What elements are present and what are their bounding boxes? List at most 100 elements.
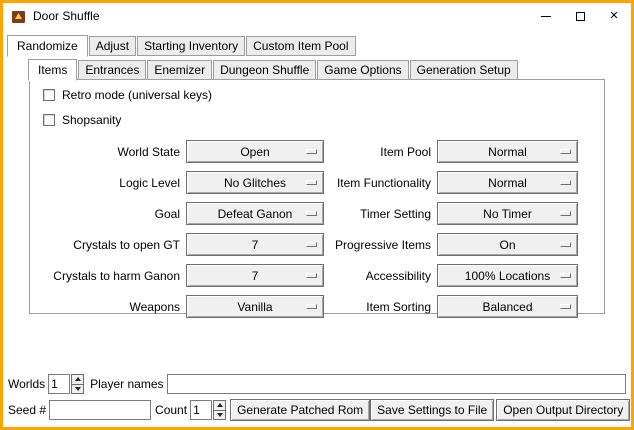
weapons-dropdown[interactable]: Vanilla	[186, 295, 324, 318]
progressive-items-value: On	[499, 238, 515, 252]
down-arrow-icon	[75, 387, 81, 391]
outer-tab-bar: Randomize Adjust Starting Inventory Cust…	[7, 35, 631, 56]
dropdown-indicator-icon	[560, 273, 571, 278]
accessibility-row: Accessibility 100% Locations	[322, 260, 578, 291]
count-input[interactable]	[190, 400, 212, 420]
timer-setting-row: Timer Setting No Timer	[322, 198, 578, 229]
up-arrow-icon	[217, 403, 223, 407]
shopsanity-label: Shopsanity	[62, 113, 121, 127]
tab-items[interactable]: Items	[28, 59, 77, 81]
logic-level-dropdown[interactable]: No Glitches	[186, 171, 324, 194]
app-icon	[11, 9, 26, 24]
maximize-button[interactable]	[563, 3, 597, 29]
goal-row: Goal Defeat Ganon	[36, 198, 324, 229]
open-output-button[interactable]: Open Output Directory	[496, 399, 630, 421]
minimize-button[interactable]	[529, 3, 563, 29]
inner-tab-bar: Items Entrances Enemizer Dungeon Shuffle…	[28, 59, 631, 80]
worlds-row: Worlds Player names	[8, 374, 626, 394]
crystals-gt-label: Crystals to open GT	[36, 238, 180, 252]
player-names-label: Player names	[90, 377, 163, 391]
left-settings-column: World State Open Logic Level No Glitches…	[36, 136, 324, 322]
item-sorting-value: Balanced	[482, 300, 532, 314]
dropdown-indicator-icon	[306, 180, 317, 185]
world-state-dropdown[interactable]: Open	[186, 140, 324, 163]
retro-mode-checkbox[interactable]	[43, 89, 55, 101]
seed-label: Seed #	[8, 403, 46, 417]
world-state-row: World State Open	[36, 136, 324, 167]
item-pool-label: Item Pool	[322, 145, 431, 159]
seed-input[interactable]	[49, 400, 151, 420]
dropdown-indicator-icon	[306, 149, 317, 154]
client-area: Randomize Adjust Starting Inventory Cust…	[3, 29, 631, 427]
crystals-gt-row: Crystals to open GT 7	[36, 229, 324, 260]
goal-label: Goal	[36, 207, 180, 221]
dropdown-indicator-icon	[560, 180, 571, 185]
count-down-button[interactable]	[213, 410, 226, 421]
close-icon: ✕	[609, 11, 618, 22]
progressive-items-dropdown[interactable]: On	[437, 233, 578, 256]
tab-generation-setup[interactable]: Generation Setup	[410, 60, 518, 80]
progressive-items-row: Progressive Items On	[322, 229, 578, 260]
window-controls: ✕	[529, 3, 631, 29]
items-pane: Retro mode (universal keys) Shopsanity W…	[29, 79, 605, 314]
crystals-ganon-dropdown[interactable]: 7	[186, 264, 324, 287]
crystals-gt-dropdown[interactable]: 7	[186, 233, 324, 256]
progressive-items-label: Progressive Items	[322, 238, 431, 252]
crystals-ganon-value: 7	[252, 269, 259, 283]
goal-dropdown[interactable]: Defeat Ganon	[186, 202, 324, 225]
weapons-label: Weapons	[36, 300, 180, 314]
player-names-input[interactable]	[167, 374, 627, 394]
logic-level-value: No Glitches	[224, 176, 286, 190]
tab-entrances[interactable]: Entrances	[78, 60, 146, 80]
accessibility-value: 100% Locations	[465, 269, 550, 283]
dropdown-indicator-icon	[306, 211, 317, 216]
tab-dungeon-shuffle[interactable]: Dungeon Shuffle	[213, 60, 316, 80]
item-functionality-dropdown[interactable]: Normal	[437, 171, 578, 194]
tab-starting-inventory[interactable]: Starting Inventory	[137, 36, 245, 56]
timer-setting-dropdown[interactable]: No Timer	[437, 202, 578, 225]
count-spinner	[190, 400, 226, 420]
item-sorting-dropdown[interactable]: Balanced	[437, 295, 578, 318]
world-state-label: World State	[36, 145, 180, 159]
tab-custom-item-pool[interactable]: Custom Item Pool	[246, 36, 355, 56]
worlds-label: Worlds	[8, 377, 45, 391]
item-functionality-label: Item Functionality	[322, 176, 431, 190]
window-title: Door Shuffle	[33, 9, 100, 23]
right-settings-column: Item Pool Normal Item Functionality Norm…	[322, 136, 578, 322]
count-label: Count	[155, 403, 187, 417]
dropdown-indicator-icon	[560, 211, 571, 216]
shopsanity-checkbox[interactable]	[43, 114, 55, 126]
item-pool-dropdown[interactable]: Normal	[437, 140, 578, 163]
weapons-value: Vanilla	[237, 300, 272, 314]
tab-randomize[interactable]: Randomize	[7, 35, 88, 57]
tab-enemizer[interactable]: Enemizer	[147, 60, 212, 80]
save-settings-button[interactable]: Save Settings to File	[370, 399, 494, 421]
dropdown-indicator-icon	[560, 304, 571, 309]
tab-game-options[interactable]: Game Options	[317, 60, 408, 80]
generate-rom-button[interactable]: Generate Patched Rom	[230, 399, 370, 421]
worlds-input[interactable]	[48, 374, 70, 394]
titlebar[interactable]: Door Shuffle ✕	[3, 3, 631, 29]
crystals-gt-value: 7	[252, 238, 259, 252]
up-arrow-icon	[75, 377, 81, 381]
worlds-spinner-buttons	[71, 374, 84, 394]
seed-row: Seed # Count Generate Patched Rom Save S…	[8, 399, 626, 421]
tab-adjust[interactable]: Adjust	[89, 36, 136, 56]
item-sorting-label: Item Sorting	[322, 300, 431, 314]
crystals-ganon-row: Crystals to harm Ganon 7	[36, 260, 324, 291]
accessibility-label: Accessibility	[322, 269, 431, 283]
retro-mode-row: Retro mode (universal keys)	[43, 88, 212, 102]
retro-mode-label: Retro mode (universal keys)	[62, 88, 212, 102]
accessibility-dropdown[interactable]: 100% Locations	[437, 264, 578, 287]
item-pool-value: Normal	[488, 145, 527, 159]
close-button[interactable]: ✕	[597, 3, 631, 29]
worlds-down-button[interactable]	[71, 384, 84, 395]
down-arrow-icon	[217, 413, 223, 417]
minimize-icon	[541, 16, 551, 17]
crystals-ganon-label: Crystals to harm Ganon	[36, 269, 180, 283]
logic-level-row: Logic Level No Glitches	[36, 167, 324, 198]
maximize-icon	[576, 12, 585, 21]
dropdown-indicator-icon	[306, 273, 317, 278]
logic-level-label: Logic Level	[36, 176, 180, 190]
item-sorting-row: Item Sorting Balanced	[322, 291, 578, 322]
